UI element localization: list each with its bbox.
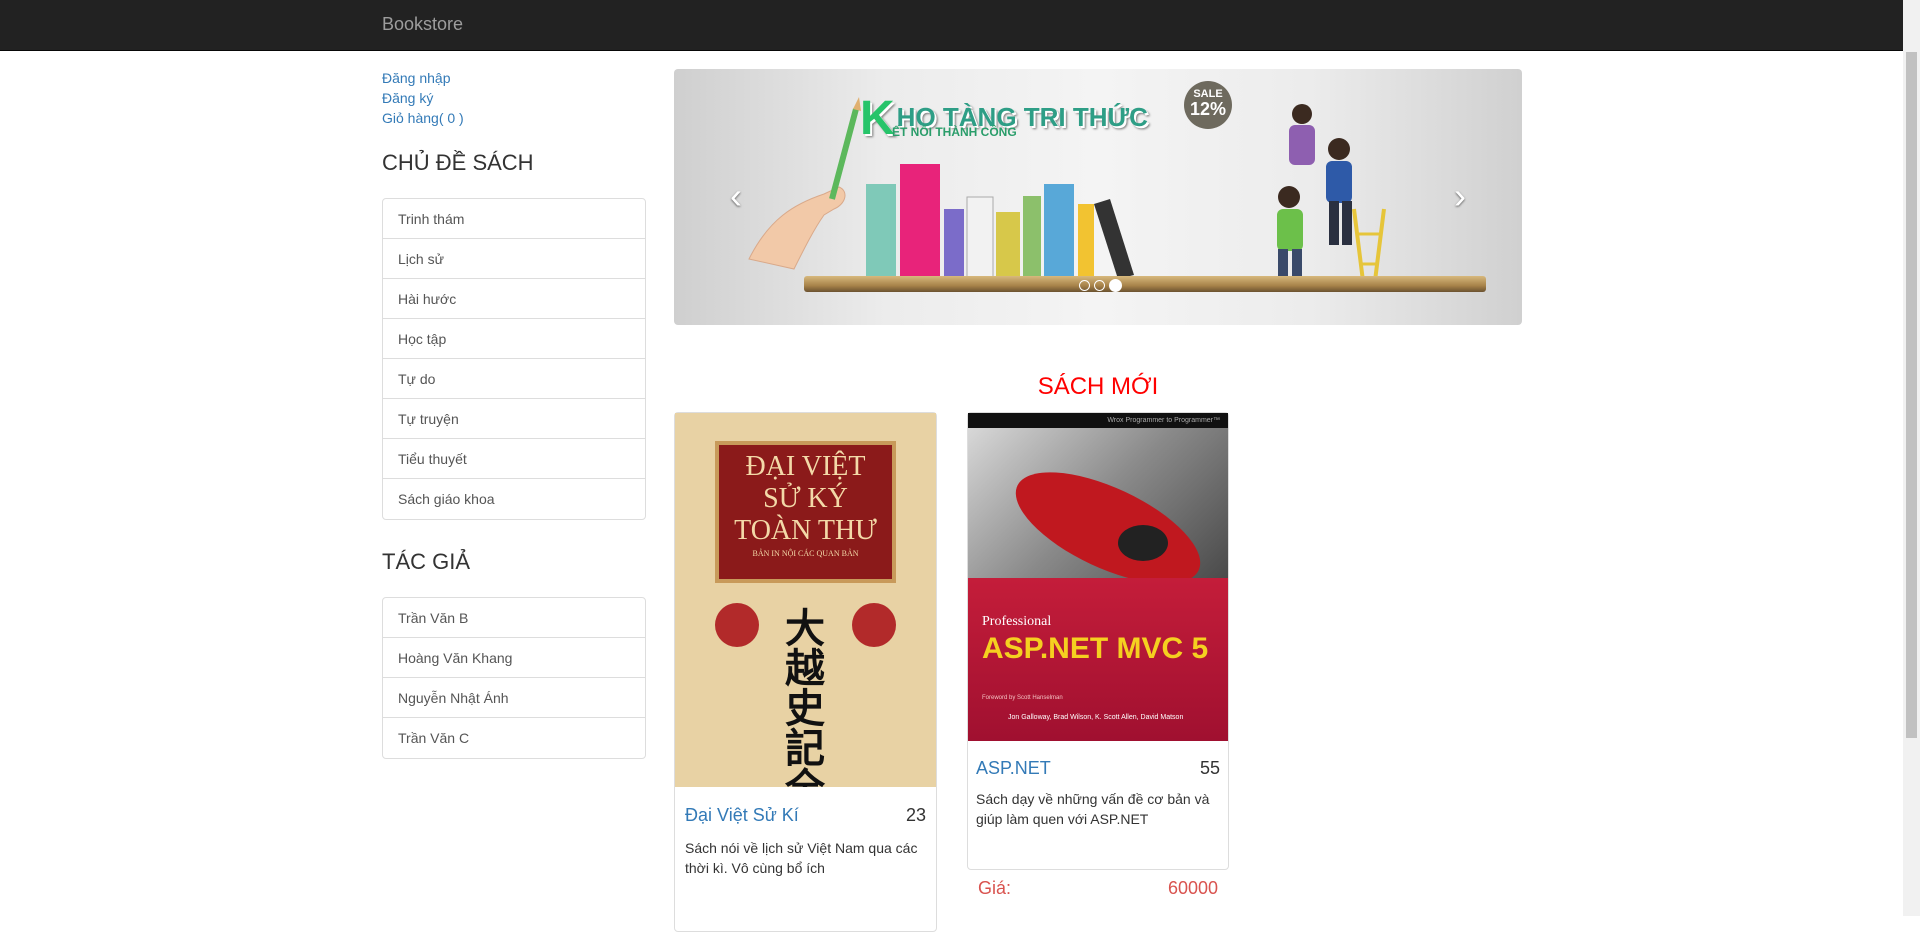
carousel-indicator[interactable]: [1094, 280, 1105, 291]
authors-title: TÁC GIẢ: [382, 549, 471, 574]
carousel-indicator[interactable]: [1079, 280, 1090, 291]
book-title-link[interactable]: ASP.NET: [976, 758, 1051, 779]
cover-seal: [715, 603, 759, 647]
sale-value: 12%: [1189, 99, 1227, 119]
category-item[interactable]: Hài hước: [383, 279, 645, 319]
book-card: Wrox Programmer to Programmer™ Professio…: [967, 412, 1229, 870]
login-link[interactable]: Đăng nhập: [382, 68, 464, 88]
cover-title-panel: ĐẠI VIỆT SỬ KÝ TOÀN THƯ BẢN IN NỘI CÁC Q…: [715, 441, 896, 583]
carousel-indicators: [1079, 278, 1126, 296]
cover-authors: Jon Galloway, Brad Wilson, K. Scott Alle…: [1008, 714, 1184, 721]
category-item[interactable]: Sách giáo khoa: [383, 479, 645, 519]
book-cover-image[interactable]: ĐẠI VIỆT SỬ KÝ TOÀN THƯ BẢN IN NỘI CÁC Q…: [675, 413, 936, 787]
category-item[interactable]: Tự do: [383, 359, 645, 399]
authors-list: Trần Văn B Hoàng Văn Khang Nguyễn Nhật Á…: [382, 597, 646, 759]
brand-link[interactable]: Bookstore: [382, 0, 463, 50]
price-value: 60000: [1168, 878, 1219, 898]
cover-title-line: SỬ KÝ: [763, 483, 848, 514]
categories-list: Trinh thám Lịch sử Hài hước Học tập Tự d…: [382, 198, 646, 520]
book-title-link[interactable]: Đại Việt Sử Kí: [685, 805, 799, 826]
cover-title: ASP.NET MVC 5: [982, 632, 1209, 665]
carousel-next-icon[interactable]: ›: [1454, 178, 1466, 214]
banner-carousel[interactable]: KHO TÀNG TRI THỨC ẾT NỐI THÀNH CÔNG SALE…: [674, 69, 1522, 325]
cart-link[interactable]: Giỏ hàng( 0 ): [382, 108, 464, 128]
book-quantity: 23: [905, 805, 926, 825]
author-item[interactable]: Trần Văn B: [383, 598, 645, 638]
scrollbar-thumb[interactable]: [1906, 52, 1917, 738]
sale-badge: SALE 12%: [1184, 81, 1232, 129]
cover-professional: Professional: [982, 614, 1052, 629]
category-item[interactable]: Học tập: [383, 319, 645, 359]
book-description: Sách nói về lịch sử Việt Nam qua các thờ…: [685, 840, 918, 876]
cover-photo-drawing: [1015, 472, 1201, 584]
cover-chinese-title: 大越史記全書: [785, 607, 825, 787]
banner-shelf: [804, 276, 1486, 292]
author-item[interactable]: Hoàng Văn Khang: [383, 638, 645, 678]
cover-seal: [852, 603, 896, 647]
category-item[interactable]: Tự truyện: [383, 399, 645, 439]
cover-photo: [968, 428, 1228, 584]
cover-series: Wrox Programmer to Programmer™: [968, 413, 1228, 428]
carousel-prev-icon[interactable]: ‹: [730, 178, 742, 214]
user-links: Đăng nhập Đăng ký Giỏ hàng( 0 ): [382, 68, 464, 128]
cover-title-line: TOÀN THƯ: [734, 515, 877, 546]
categories-title: CHỦ ĐỀ SÁCH: [382, 150, 534, 175]
book-cover-image[interactable]: Wrox Programmer to Programmer™ Professio…: [968, 413, 1228, 741]
category-item[interactable]: Trinh thám: [383, 199, 645, 239]
author-item[interactable]: Trần Văn C: [383, 718, 645, 758]
category-item[interactable]: Lịch sử: [383, 239, 645, 279]
cover-foreword: Foreword by Scott Hanselman: [982, 695, 1063, 701]
book-description: Sách dạy về những vấn đề cơ bản và giúp …: [976, 791, 1210, 827]
new-books-title: SÁCH MỚI: [1037, 373, 1159, 400]
cover-subtitle: BẢN IN NỘI CÁC QUAN BẢN: [752, 549, 859, 558]
carousel-indicator-active[interactable]: [1109, 279, 1122, 292]
price-label: Giá:: [978, 878, 1012, 898]
category-item[interactable]: Tiểu thuyết: [383, 439, 645, 479]
top-navbar: Bookstore: [0, 0, 1920, 51]
cover-title-panel: Professional ASP.NET MVC 5 Foreword by S…: [968, 578, 1228, 741]
book-card: ĐẠI VIỆT SỬ KÝ TOÀN THƯ BẢN IN NỘI CÁC Q…: [674, 412, 937, 932]
register-link[interactable]: Đăng ký: [382, 88, 464, 108]
page-scrollbar[interactable]: [1903, 0, 1920, 916]
book-quantity: 55: [1199, 758, 1220, 778]
author-item[interactable]: Nguyễn Nhật Ánh: [383, 678, 645, 718]
banner-subtitle: ẾT NỐI THÀNH CÔNG: [892, 125, 1017, 139]
cover-title-line: ĐẠI VIỆT: [745, 451, 866, 482]
banner-title-k: K: [860, 92, 895, 145]
